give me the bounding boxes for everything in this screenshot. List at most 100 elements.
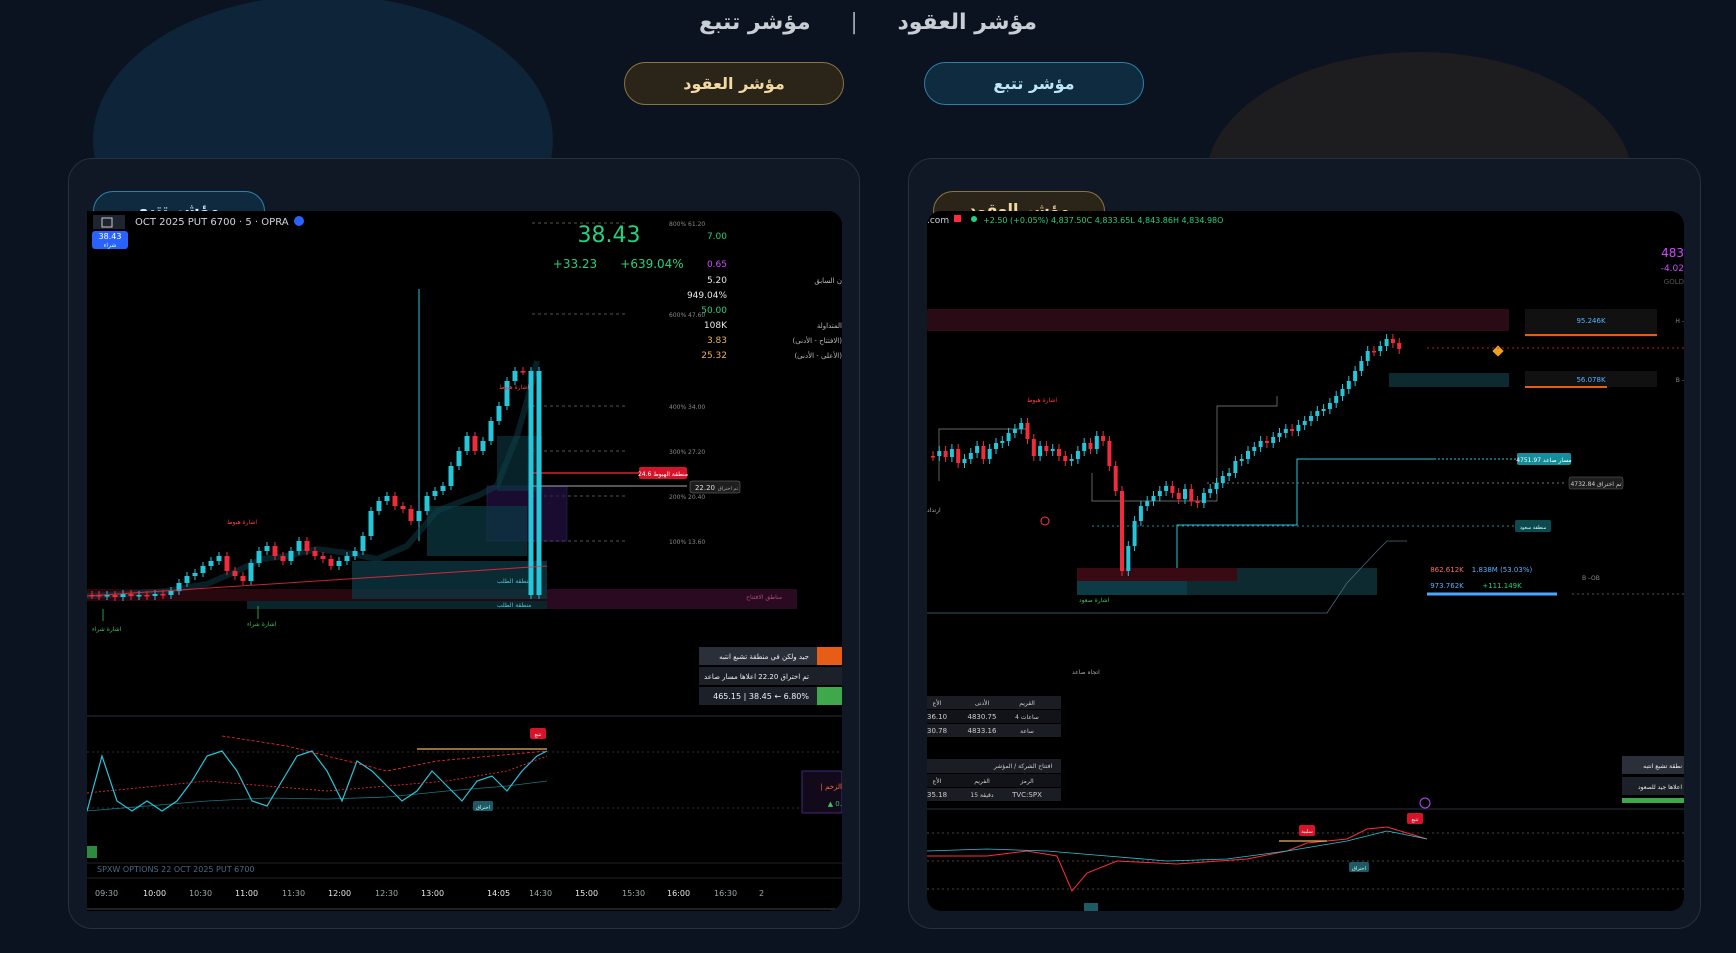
candle-body — [1050, 449, 1055, 451]
oscillator-top-tag: تتبع — [534, 732, 542, 738]
candle-body — [1290, 429, 1295, 431]
candle-body — [1271, 437, 1276, 443]
candle-body — [1353, 371, 1358, 381]
candle-body — [144, 595, 150, 597]
red-zone-label: منطقة الهبوط 24.6 — [638, 471, 688, 478]
time-tick: 09:30 — [95, 889, 118, 898]
lightning-icon[interactable] — [1419, 797, 1431, 809]
candle-body — [208, 561, 214, 566]
t2-r0-2: 35.18 — [927, 791, 947, 799]
price-change-pct: +639.04% — [620, 257, 683, 271]
candle-body — [416, 511, 422, 521]
candle-body — [288, 551, 294, 561]
direction-label: ارتداد — [927, 507, 941, 514]
sell-signal: اشارة هبوط — [1027, 397, 1057, 404]
trend-label: اتجاه صاعد — [1072, 669, 1100, 676]
candle-body — [376, 501, 382, 511]
candle-body — [304, 541, 310, 551]
t1-header-1: الأدنى — [975, 699, 990, 707]
right-alert-1: اعلاها جيد للصعود — [1638, 784, 1682, 791]
t1-header-2: الأع — [933, 699, 942, 707]
candle-body — [1019, 423, 1024, 429]
oscillator-break-tag: اختراق — [476, 805, 490, 811]
sell-signal-2: اشارة هبوط — [499, 384, 529, 391]
level-break: تم اختراق 4732.84 — [1570, 481, 1621, 488]
candle-body — [448, 466, 454, 486]
stat-4: 949.04% — [687, 291, 727, 301]
candle-body — [949, 449, 954, 457]
candle-body — [956, 449, 961, 463]
candle-body — [336, 561, 342, 566]
candle-body — [1334, 396, 1339, 403]
level-h: H - — [1675, 318, 1684, 325]
t1-r1-2: 30.78 — [927, 727, 947, 735]
candle-body — [1164, 486, 1169, 491]
candle-body — [1296, 425, 1301, 431]
candle-body — [328, 559, 334, 566]
candle-body — [1277, 433, 1282, 437]
candle-body — [1151, 496, 1156, 501]
break-level-text: تم اختراق — [718, 486, 739, 492]
candle-body — [496, 406, 502, 421]
buy-signal-2: اشارة شراء — [247, 621, 277, 628]
candle-body — [1138, 506, 1143, 521]
candle-body — [931, 456, 935, 458]
oscillator-break-tag-right: اختراق — [1352, 866, 1366, 872]
supply-zone-label: منطقة الطلب — [497, 602, 531, 609]
candle-body — [344, 556, 350, 561]
timeframe-table: القريم الأدنى الأع 4 ساعات 4830.75 36.10… — [927, 696, 1061, 737]
candle-body — [994, 443, 998, 449]
candle-body — [352, 551, 358, 556]
candle-body — [1365, 351, 1370, 361]
candle-body — [368, 511, 374, 536]
candle-body — [943, 451, 948, 457]
candle-body — [1120, 491, 1124, 571]
time-tick: 10:30 — [189, 889, 212, 898]
candle-body — [1000, 441, 1005, 443]
candle-body — [1031, 439, 1036, 456]
candle-body — [152, 594, 158, 596]
candle-body — [456, 451, 462, 466]
t1-header-0: القريم — [1019, 700, 1035, 707]
candle-body — [1233, 461, 1238, 473]
sell-signal-1: اشارة هبوط — [227, 519, 257, 526]
candle-body — [1189, 489, 1194, 501]
candle-body — [400, 506, 406, 509]
time-tick: 11:00 — [235, 889, 258, 898]
contracts-indicator-button[interactable]: مؤشر العقود — [624, 62, 844, 105]
candle-body — [136, 595, 142, 597]
candle-body — [200, 566, 206, 573]
candle-body — [1157, 491, 1162, 496]
break-level-value: 22.20 — [695, 484, 715, 492]
tracking-indicator-button[interactable]: مؤشر تتبع — [924, 62, 1144, 105]
candle-body — [1063, 456, 1068, 461]
alert-breakout: تم اختراق 22.20 اعلاها مسار صاعد — [704, 673, 809, 681]
symbol-label: OCT 2025 PUT 6700 · 5 · OPRA — [135, 217, 289, 228]
oscillator-sell-tag: سلبية — [1301, 829, 1313, 835]
replay-icon[interactable] — [294, 216, 304, 226]
candle-body — [424, 496, 430, 511]
t2-header-2: الأع — [933, 777, 942, 785]
fib-100: 100% 13.60 — [669, 539, 705, 546]
t1-r1-1: 4833.16 — [968, 727, 997, 735]
time-tick: 16:30 — [714, 889, 737, 898]
candle-body — [1246, 451, 1250, 459]
candle-body — [528, 371, 534, 595]
t1-r0-1: 4830.75 — [968, 713, 997, 721]
t2-r0-0: TVC:SPX — [1011, 791, 1042, 799]
candle-body — [488, 421, 494, 441]
candle-body — [392, 496, 398, 506]
candle-body — [1258, 441, 1263, 447]
candle-body — [168, 591, 174, 595]
candle-body — [272, 546, 278, 556]
fib-200: 200% 20.40 — [669, 494, 705, 501]
candle-body — [192, 573, 198, 576]
stat-3: 5.20 — [707, 276, 727, 286]
buy-signal: اشارة صعود — [1079, 597, 1110, 604]
futures-chart: .com +2.50 (+0.05%) 4,837.50C 4,833.65L … — [927, 215, 1684, 911]
fib-600: 600% 47.60 — [669, 312, 705, 319]
contracts-indicator-card: مؤشر العقود .com +2.50 (+0.05%) 4,837.50… — [908, 158, 1701, 929]
last-price: 38.43 — [578, 223, 641, 248]
candle-body — [232, 571, 238, 576]
level-uptrend: مسار صاعد 4751.97 — [1516, 457, 1572, 464]
